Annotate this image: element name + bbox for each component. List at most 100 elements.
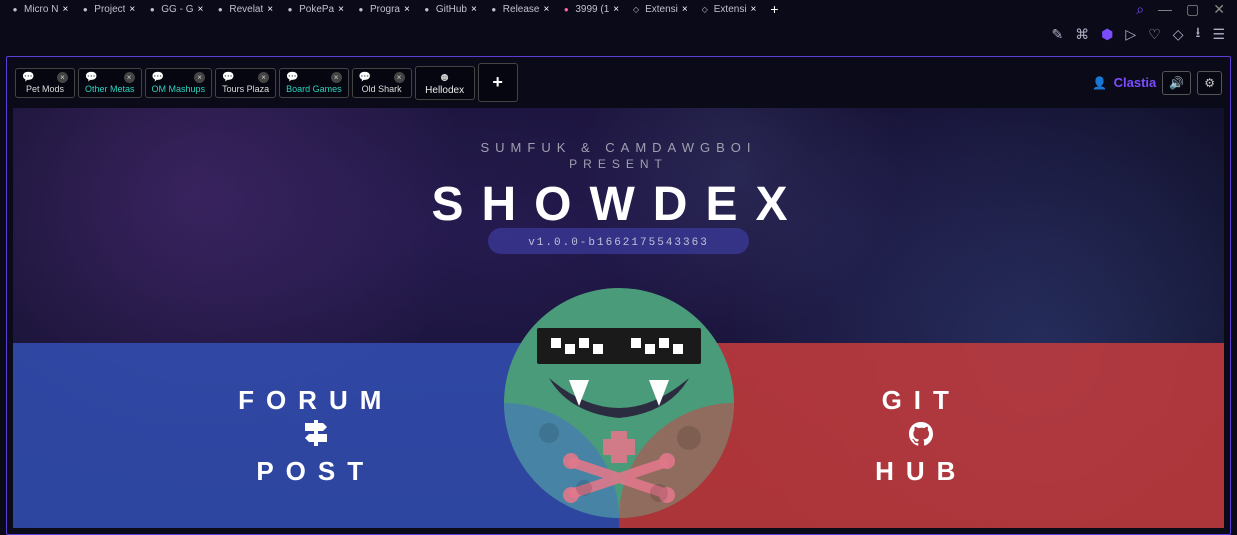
- tab-title: 3999 (1: [575, 4, 609, 15]
- favicon-icon: ●: [561, 4, 571, 14]
- browser-tab[interactable]: ● Release ×: [483, 2, 556, 17]
- tab-title: Project: [94, 4, 125, 15]
- favicon-icon: ●: [10, 4, 20, 14]
- chat-tab-toursplaza[interactable]: 💬 × Tours Plaza: [215, 68, 276, 98]
- favicon-icon: ●: [285, 4, 295, 14]
- user-button[interactable]: 👤 Clastia: [1092, 74, 1156, 92]
- browser-tab[interactable]: ● 3999 (1 ×: [555, 2, 625, 17]
- close-icon[interactable]: ×: [267, 4, 273, 15]
- camera-icon[interactable]: ⌘: [1075, 26, 1089, 43]
- minimize-button[interactable]: —: [1158, 1, 1172, 17]
- tab-label: OM Mashups: [152, 84, 206, 94]
- edit-icon[interactable]: ✎: [1051, 26, 1063, 43]
- close-icon[interactable]: ×: [544, 4, 550, 15]
- browser-tab[interactable]: ● GitHub ×: [416, 2, 483, 17]
- favicon-icon: ●: [422, 4, 432, 14]
- close-icon[interactable]: ×: [194, 72, 205, 83]
- favicon-icon: ●: [356, 4, 366, 14]
- tab-title: Extensi: [714, 4, 747, 15]
- search-icon[interactable]: ⌕: [1136, 1, 1144, 18]
- version-text: v1.0.0-b1662175543363: [528, 237, 709, 249]
- close-icon[interactable]: ×: [751, 4, 757, 15]
- close-icon[interactable]: ×: [338, 4, 344, 15]
- signpost-icon: [301, 420, 331, 452]
- browser-tab[interactable]: ● Progra ×: [350, 2, 416, 17]
- chat-tab-oldshark[interactable]: 💬 × Old Shark: [352, 68, 412, 98]
- tab-title: GG - G: [161, 4, 193, 15]
- browser-controls: ⌕ — ▢ ✕: [1136, 1, 1233, 18]
- hellodex-tab[interactable]: ☻ Hellodex: [415, 66, 475, 100]
- window-close-button[interactable]: ✕: [1213, 1, 1225, 18]
- app-frame: 💬 × Pet Mods 💬 × Other Metas 💬 × OM Mash…: [6, 56, 1231, 535]
- new-tab-button[interactable]: +: [762, 1, 786, 17]
- cube-icon[interactable]: ◇: [1173, 26, 1184, 43]
- link-text-top: GIT: [882, 385, 961, 416]
- user-icon: 👤: [1092, 76, 1107, 90]
- github-icon: [906, 420, 936, 452]
- chat-tab-boardgames[interactable]: 💬 × Board Games: [279, 68, 349, 98]
- browser-tab[interactable]: ● Project ×: [74, 2, 141, 17]
- tab-label: Old Shark: [362, 84, 402, 94]
- close-icon[interactable]: ×: [331, 72, 342, 83]
- browser-tab[interactable]: ● GG - G ×: [141, 2, 209, 17]
- close-icon[interactable]: ×: [471, 4, 477, 15]
- close-icon[interactable]: ×: [198, 4, 204, 15]
- browser-tab[interactable]: ● Revelat ×: [209, 2, 279, 17]
- tab-label: Other Metas: [85, 84, 135, 94]
- tab-title: Release: [503, 4, 540, 15]
- shield-icon[interactable]: ⬢: [1101, 26, 1113, 43]
- close-icon[interactable]: ×: [682, 4, 688, 15]
- add-tab-button[interactable]: +: [478, 63, 518, 102]
- settings-button[interactable]: ⚙: [1197, 71, 1222, 95]
- close-icon[interactable]: ×: [62, 4, 68, 15]
- chat-icon: 💬: [222, 72, 234, 83]
- close-icon[interactable]: ×: [613, 4, 619, 15]
- tab-title: Revelat: [229, 4, 263, 15]
- chat-tab-ommashups[interactable]: 💬 × OM Mashups: [145, 68, 213, 98]
- close-icon[interactable]: ×: [124, 72, 135, 83]
- chat-icon: 💬: [359, 72, 371, 83]
- app-title: SHOWDEX: [13, 177, 1224, 232]
- send-icon[interactable]: ▷: [1125, 26, 1136, 43]
- tab-title: Micro N: [24, 4, 58, 15]
- close-icon[interactable]: ×: [129, 4, 135, 15]
- browser-tab[interactable]: ◇ Extensi ×: [694, 2, 763, 17]
- download-icon[interactable]: ⭳: [1196, 22, 1201, 46]
- favicon-icon: ●: [215, 4, 225, 14]
- tab-label: Pet Mods: [26, 84, 64, 94]
- close-icon[interactable]: ×: [57, 72, 68, 83]
- close-icon[interactable]: ×: [394, 72, 405, 83]
- favicon-icon: ●: [80, 4, 90, 14]
- menu-icon[interactable]: ☰: [1212, 26, 1225, 43]
- hellodex-content: SUMFUK & CAMDAWGBOI PRESENT SHOWDEX v1.0…: [13, 108, 1224, 528]
- link-text-bottom: HUB: [875, 456, 967, 487]
- present-text: PRESENT: [13, 157, 1224, 171]
- chat-tab-othermetas[interactable]: 💬 × Other Metas: [78, 68, 142, 98]
- favicon-icon: ●: [147, 4, 157, 14]
- browser-tab[interactable]: ● PokePa ×: [279, 2, 350, 17]
- tab-label: Tours Plaza: [222, 84, 269, 94]
- authors-text: SUMFUK & CAMDAWGBOI: [13, 140, 1224, 155]
- chat-icon: 💬: [85, 72, 97, 83]
- close-icon[interactable]: ×: [258, 72, 269, 83]
- heart-icon[interactable]: ♡: [1148, 26, 1161, 43]
- chat-icon: 💬: [22, 72, 34, 83]
- favicon-icon: ◇: [631, 4, 641, 14]
- browser-tab[interactable]: ◇ Extensi ×: [625, 2, 694, 17]
- maximize-button[interactable]: ▢: [1186, 1, 1199, 18]
- browser-tab[interactable]: ● Micro N ×: [4, 2, 74, 17]
- username: Clastia: [1114, 75, 1157, 90]
- tab-title: Extensi: [645, 4, 678, 15]
- smiley-icon: ☻: [422, 70, 468, 84]
- close-icon[interactable]: ×: [404, 4, 410, 15]
- favicon-icon: ◇: [700, 4, 710, 14]
- tab-title: PokePa: [299, 4, 334, 15]
- browser-toolbar: ✎ ⌘ ⬢ ▷ ♡ ◇ ⭳ ☰: [0, 18, 1237, 50]
- chat-icon: 💬: [286, 72, 298, 83]
- tab-title: GitHub: [436, 4, 467, 15]
- link-text-top: FORUM: [238, 385, 393, 416]
- volume-button[interactable]: 🔊: [1162, 71, 1191, 95]
- tab-label: Hellodex: [425, 85, 464, 96]
- tab-title: Progra: [370, 4, 400, 15]
- chat-tab-petmods[interactable]: 💬 × Pet Mods: [15, 68, 75, 98]
